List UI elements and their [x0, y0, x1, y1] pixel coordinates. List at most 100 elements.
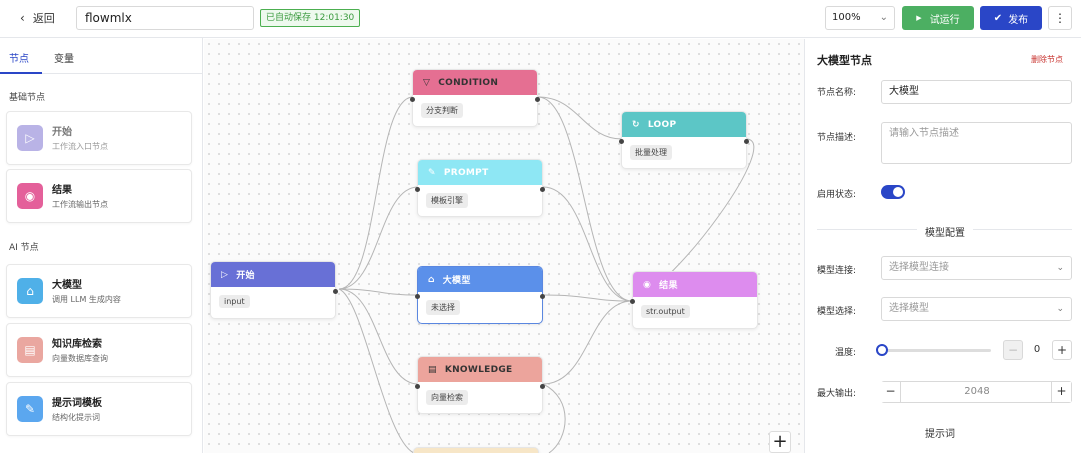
- zoom-select[interactable]: 100% ⌄: [825, 6, 895, 30]
- add-node-button[interactable]: +: [769, 431, 791, 453]
- output-port[interactable]: [744, 139, 749, 144]
- edge-start-down: [338, 288, 415, 453]
- node-llm[interactable]: ⌂ 大模型 未选择: [415, 266, 545, 324]
- delete-node-button[interactable]: 删除节点: [1031, 54, 1063, 65]
- enable-label: 启用状态:: [817, 190, 857, 200]
- back-button[interactable]: ‹ 返回: [20, 10, 55, 26]
- provider-select[interactable]: 选择模型连接 ⌄: [881, 256, 1072, 280]
- tab-nodes[interactable]: 节点: [9, 50, 29, 65]
- node-title: 结果: [659, 281, 678, 291]
- more-button[interactable]: ⋮: [1048, 6, 1072, 30]
- maxout-decrement-button[interactable]: −: [881, 382, 901, 402]
- palette-item-start[interactable]: ▷ 开始 工作流入口节点: [6, 111, 192, 165]
- edge-start-prompt: [338, 186, 419, 290]
- input-port[interactable]: [619, 139, 624, 144]
- play-icon: ▶: [916, 14, 922, 22]
- palette-item-title: 开始: [52, 127, 72, 138]
- maxout-value[interactable]: 2048: [903, 386, 1051, 397]
- temperature-decrement-button[interactable]: −: [1003, 340, 1023, 360]
- node-title: PROMPT: [443, 167, 489, 178]
- stop-circle-icon: ◉: [643, 279, 652, 290]
- tab-variables[interactable]: 变量: [54, 50, 74, 65]
- workflow-name-input[interactable]: [76, 6, 254, 30]
- node-partial-offscreen[interactable]: [413, 447, 539, 453]
- model-placeholder: 选择模型: [889, 303, 929, 314]
- palette-item-title: 结果: [52, 185, 72, 196]
- input-port[interactable]: [415, 384, 420, 389]
- provider-label: 模型连接:: [817, 266, 857, 276]
- test-run-label: 试运行: [929, 14, 960, 26]
- active-tab-indicator: [0, 72, 42, 74]
- input-port[interactable]: [410, 97, 415, 102]
- output-port[interactable]: [540, 294, 545, 299]
- model-select[interactable]: 选择模型 ⌄: [881, 297, 1072, 321]
- node-header: ✎ PROMPT: [418, 160, 542, 185]
- input-port[interactable]: [415, 187, 420, 192]
- temperature-increment-button[interactable]: +: [1052, 340, 1072, 360]
- provider-placeholder: 选择模型连接: [889, 262, 949, 273]
- node-chip: 未选择: [426, 300, 460, 315]
- temperature-slider-track[interactable]: [881, 349, 991, 352]
- refresh-icon: ↻: [632, 119, 640, 130]
- test-run-button[interactable]: ▶ 试运行: [902, 6, 974, 30]
- temperature-label: 温度:: [835, 348, 857, 358]
- zoom-value: 100%: [832, 12, 861, 23]
- palette-item-prompt[interactable]: ✎ 提示词模板 结构化提示词: [6, 382, 192, 436]
- node-condition[interactable]: ▽ CONDITION 分支判断: [410, 69, 540, 127]
- pen-icon: ✎: [428, 167, 436, 178]
- more-vertical-icon: ⋮: [1054, 11, 1066, 25]
- temperature-slider-handle[interactable]: [876, 344, 888, 356]
- check-circle-icon: ✔: [993, 12, 1003, 24]
- palette-item-subtitle: 调用 LLM 生成内容: [52, 295, 121, 304]
- node-chip: 批量处理: [630, 145, 672, 160]
- robot-icon: ⌂: [17, 278, 43, 304]
- edge-start-condition: [338, 96, 414, 290]
- node-desc-label: 节点描述:: [817, 133, 857, 143]
- edge-knowledge-result: [542, 300, 633, 385]
- node-title: KNOWLEDGE: [444, 364, 513, 375]
- palette-item-llm[interactable]: ⌂ 大模型 调用 LLM 生成内容: [6, 264, 192, 318]
- palette-item-title: 提示词模板: [52, 398, 102, 409]
- node-chip: 分支判断: [421, 103, 463, 118]
- node-title: 大模型: [442, 276, 471, 286]
- play-circle-icon: ▷: [17, 125, 43, 151]
- input-port[interactable]: [415, 294, 420, 299]
- output-port[interactable]: [540, 187, 545, 192]
- node-start[interactable]: ▷ 开始 input: [210, 261, 338, 319]
- workflow-canvas[interactable]: ▷ 开始 input ▽ CONDITION 分支判断 ✎ PROMPT 模板引…: [204, 39, 804, 453]
- node-result[interactable]: ◉ 结果 str.output: [630, 271, 758, 329]
- palette-item-subtitle: 结构化提示词: [52, 413, 100, 422]
- chevron-down-icon: ⌄: [879, 12, 888, 23]
- node-chip: 模板引擎: [426, 193, 468, 208]
- palette-item-title: 知识库检索: [52, 339, 102, 350]
- group-title-basic: 基础节点: [9, 93, 46, 103]
- filter-icon: ▽: [423, 77, 431, 88]
- node-knowledge[interactable]: ▤ KNOWLEDGE 向量检索: [415, 356, 545, 414]
- palette-item-knowledge[interactable]: ▤ 知识库检索 向量数据库查询: [6, 323, 192, 377]
- node-prompt[interactable]: ✎ PROMPT 模板引擎: [415, 159, 545, 217]
- top-toolbar: ‹ 返回 已自动保存 12:01:30 100% ⌄ ▶ 试运行 ✔ 发布 ⋮: [0, 0, 1081, 38]
- node-loop[interactable]: ↻ LOOP 批量处理: [619, 111, 749, 169]
- node-header: ▤ KNOWLEDGE: [418, 357, 542, 382]
- model-label: 模型选择:: [817, 307, 857, 317]
- chevron-down-icon: ⌄: [1056, 263, 1064, 273]
- edge-condition-result: [537, 96, 633, 302]
- pen-icon: ✎: [17, 396, 43, 422]
- palette-item-result[interactable]: ◉ 结果 工作流输出节点: [6, 169, 192, 223]
- publish-button[interactable]: ✔ 发布: [980, 6, 1042, 30]
- chevron-down-icon: ⌄: [1056, 304, 1064, 314]
- temperature-value[interactable]: 0: [1025, 344, 1049, 355]
- input-port[interactable]: [630, 299, 635, 304]
- output-port[interactable]: [535, 97, 540, 102]
- maxout-label: 最大输出:: [817, 389, 857, 399]
- database-icon: ▤: [428, 364, 437, 375]
- maxout-increment-button[interactable]: +: [1051, 382, 1071, 402]
- node-name-input[interactable]: 大模型: [881, 80, 1072, 104]
- node-header: ▷ 开始: [211, 262, 335, 287]
- node-desc-textarea[interactable]: 请输入节点描述: [881, 122, 1072, 164]
- output-port[interactable]: [333, 289, 338, 294]
- play-circle-icon: ▷: [221, 269, 229, 280]
- output-port[interactable]: [540, 384, 545, 389]
- enable-toggle[interactable]: [881, 185, 905, 199]
- node-header: ⌂ 大模型: [418, 267, 542, 292]
